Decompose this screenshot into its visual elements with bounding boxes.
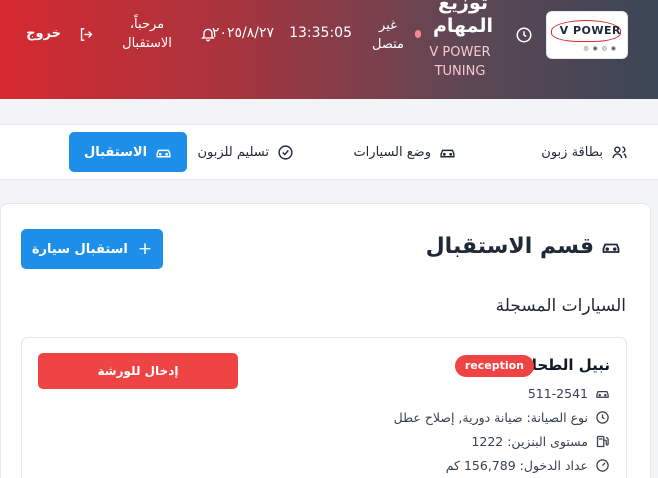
tab-customer-card[interactable]: بطاقة زبون (541, 132, 628, 172)
add-car-button[interactable]: + استقبال سيارة (21, 229, 163, 269)
fuel-level: مستوى البنزين: 1222 (471, 434, 588, 449)
logout-icon[interactable] (78, 26, 95, 43)
tab-delivery[interactable]: تسليم للزبون (197, 132, 294, 172)
odometer-row: عداد الدخول: 156,789 كم (446, 458, 610, 473)
section-title: قسم الاستقبال (426, 234, 621, 259)
add-car-button-label: استقبال سيارة (31, 241, 128, 257)
plate-number-row: 511-2541 (528, 386, 610, 401)
customer-name: نبيل الطحله (522, 356, 610, 374)
logout-button[interactable]: خروج (26, 26, 61, 41)
maintenance-type-row: نوع الصيانة: صيانة دورية, إصلاح عطل (394, 410, 610, 425)
tab-label: بطاقة زبون (541, 144, 603, 160)
status-badge: reception (454, 355, 534, 377)
brand-subtitle: V POWER TUNING (429, 45, 491, 79)
car-list-item: نبيل الطحله reception إدخال للورشة 511-2… (21, 337, 627, 478)
welcome-message: مرحباً، الاستقبال (122, 17, 172, 51)
maintenance-type: نوع الصيانة: صيانة دورية, إصلاح عطل (393, 410, 588, 425)
app-header: V POWER ◎ ◉ ◎ ◉ توزيع المهام V POWER TUN… (0, 0, 658, 99)
users-icon (612, 145, 627, 158)
fuel-level-row: مستوى البنزين: 1222 (471, 434, 610, 449)
bell-icon[interactable] (200, 26, 216, 42)
current-date: ٢٠٢٥/٨/٢٧ (211, 25, 274, 41)
brand-logo: V POWER ◎ ◉ ◎ ◉ (546, 11, 628, 59)
gauge-icon (596, 459, 609, 472)
odometer-reading: عداد الدخول: 156,789 كم (445, 458, 588, 473)
reception-section: قسم الاستقبال + استقبال سيارة السيارات ا… (0, 203, 651, 478)
navigation-tabs: بطاقة زبون وضع السيارات تسليم للزبون الا… (0, 124, 658, 180)
car-icon (602, 243, 620, 253)
section-title-text: قسم الاستقبال (425, 234, 594, 259)
current-time: 13:35:05 (289, 25, 352, 41)
car-icon (440, 149, 455, 157)
tab-label: وضع السيارات (353, 144, 431, 160)
car-icon (156, 149, 171, 157)
fuel-pump-icon (596, 435, 609, 448)
plus-icon: + (137, 239, 153, 259)
plate-number: 511-2541 (527, 386, 588, 401)
clock-icon (516, 27, 532, 43)
car-icon (596, 391, 609, 398)
tab-car-status[interactable]: وضع السيارات (353, 132, 456, 172)
brand-title: توزيع المهام (433, 0, 493, 37)
connection-status-dot (415, 30, 421, 38)
send-to-workshop-button[interactable]: إدخال للورشة (38, 353, 238, 389)
connection-status: غير متصل (371, 18, 404, 52)
check-circle-icon (278, 144, 293, 160)
tab-label: تسليم للزبون (197, 144, 269, 160)
clock-icon (596, 411, 609, 424)
tab-label: الاستقبال (83, 144, 148, 160)
registered-cars-title: السيارات المسجلة (495, 296, 626, 316)
tab-reception[interactable]: الاستقبال (69, 132, 187, 172)
